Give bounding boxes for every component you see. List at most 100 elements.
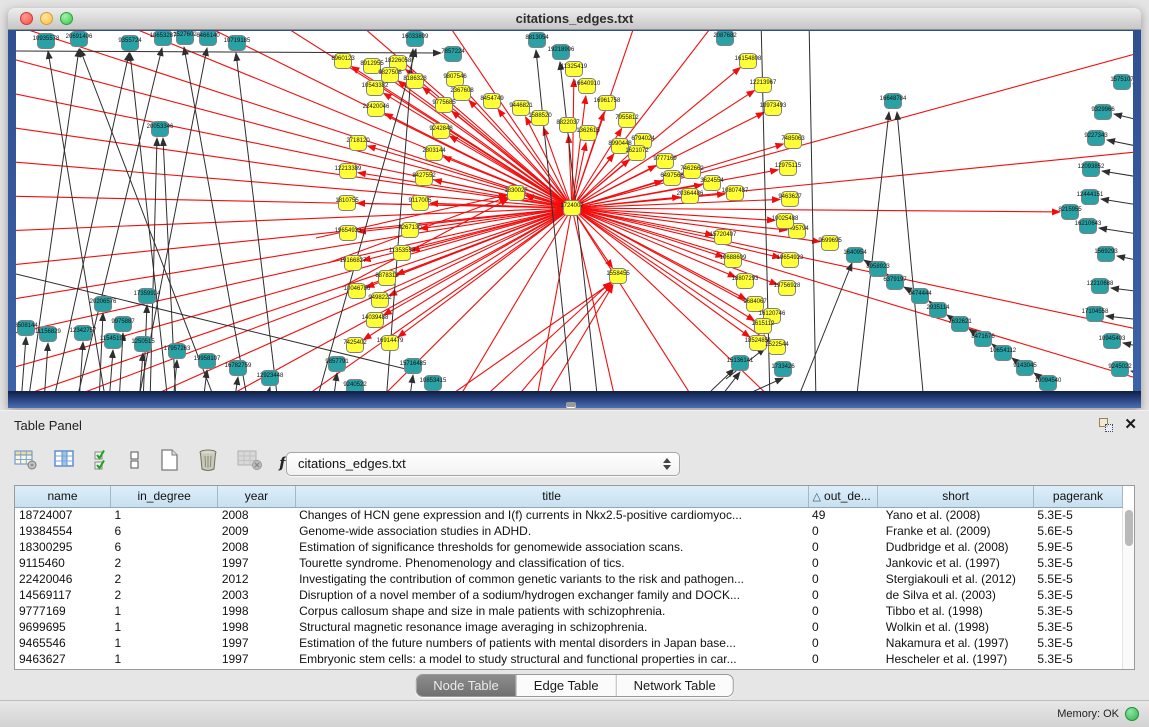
- graph-node[interactable]: 9463627: [778, 192, 802, 207]
- table-row[interactable]: 977716911998Corpus callosum shape and si…: [15, 603, 1123, 619]
- graph-node[interactable]: 1362615: [576, 126, 600, 141]
- graph-node[interactable]: 20364486: [677, 189, 704, 204]
- graph-node[interactable]: 1527602: [173, 31, 197, 45]
- citation-edge[interactable]: [572, 208, 1060, 212]
- graph-node[interactable]: 7632621: [948, 317, 972, 332]
- graph-node[interactable]: 7425402: [343, 338, 367, 353]
- citation-edge[interactable]: [1101, 199, 1133, 207]
- tab-network-table[interactable]: Network Table: [617, 675, 733, 696]
- graph-node[interactable]: 11156829: [35, 327, 61, 342]
- row-tools-icon[interactable]: [129, 449, 141, 476]
- graph-node[interactable]: 8186328: [403, 74, 427, 89]
- graph-node[interactable]: 8813054: [525, 33, 549, 48]
- graph-node[interactable]: 10853415: [420, 376, 447, 391]
- graph-node[interactable]: 9775685: [432, 98, 456, 113]
- graph-node[interactable]: 11545194: [100, 334, 127, 349]
- graph-node[interactable]: 20206576: [90, 297, 117, 312]
- graph-node[interactable]: 1733426: [771, 362, 795, 377]
- table-row[interactable]: 1872400712008Changes of HCN gene express…: [15, 507, 1123, 523]
- graph-node[interactable]: 16648784: [880, 94, 907, 109]
- graph-node[interactable]: 2935114: [927, 303, 951, 318]
- citation-edge[interactable]: [809, 31, 816, 391]
- citation-edge[interactable]: [728, 378, 783, 391]
- column-header-out_de[interactable]: △out_de...: [808, 486, 878, 507]
- graph-node[interactable]: 10543382: [362, 81, 389, 96]
- graph-node[interactable]: 16961758: [594, 96, 621, 111]
- citation-edge[interactable]: [16, 51, 441, 53]
- citation-edge[interactable]: [1099, 228, 1133, 236]
- citation-edge[interactable]: [1106, 316, 1133, 321]
- table-scrollbar-thumb[interactable]: [1125, 510, 1133, 546]
- graph-node[interactable]: 9975887: [111, 317, 135, 332]
- graph-node[interactable]: 9474444: [908, 289, 932, 304]
- citation-edge[interactable]: [150, 138, 157, 391]
- table-row[interactable]: 911546021997Tourette syndrome. Phenomeno…: [15, 555, 1123, 571]
- table-row[interactable]: 1830029562008Estimation of significance …: [15, 539, 1123, 555]
- graph-node[interactable]: 1575107: [1110, 75, 1133, 90]
- citation-edge[interactable]: [368, 146, 572, 208]
- graph-node[interactable]: 9245022: [1108, 362, 1132, 377]
- graph-node[interactable]: 8215955: [1058, 205, 1082, 220]
- delete-column-icon[interactable]: [196, 448, 220, 477]
- network-window-titlebar[interactable]: citations_edges.txt: [8, 8, 1141, 30]
- close-window-button[interactable]: [20, 12, 33, 25]
- graph-node[interactable]: 10046786: [344, 284, 371, 299]
- graph-node[interactable]: 1640954: [843, 248, 867, 263]
- graph-node[interactable]: 12444151: [1077, 190, 1104, 205]
- graph-node[interactable]: 12213967: [750, 78, 777, 93]
- graph-node[interactable]: 2087682: [713, 31, 737, 46]
- create-column-icon[interactable]: [158, 448, 180, 477]
- column-header-title[interactable]: title: [295, 486, 808, 507]
- graph-node[interactable]: 16914479: [377, 336, 404, 351]
- citation-edge[interactable]: [711, 369, 734, 391]
- graph-node[interactable]: 9684067: [743, 297, 767, 312]
- citation-edge[interactable]: [572, 208, 780, 258]
- graph-node[interactable]: 10807487: [722, 186, 749, 201]
- citation-edge[interactable]: [16, 208, 572, 371]
- column-header-short[interactable]: short: [878, 486, 1034, 507]
- graph-node[interactable]: 6497568: [660, 171, 684, 186]
- table-scrollbar[interactable]: [1122, 508, 1134, 669]
- citation-edge[interactable]: [16, 31, 572, 208]
- graph-node[interactable]: 12210688: [1087, 279, 1114, 294]
- table-row[interactable]: 1938455462009Genome-wide association stu…: [15, 523, 1123, 539]
- graph-node[interactable]: 8471676: [971, 332, 995, 347]
- citation-edge[interactable]: [236, 53, 278, 391]
- graph-node[interactable]: 20053346: [147, 122, 174, 137]
- column-visibility-icon[interactable]: [54, 449, 76, 476]
- graph-node[interactable]: 16033809: [402, 32, 429, 47]
- table-row[interactable]: 946362711997Embryonic stem cells: a mode…: [15, 651, 1123, 667]
- graph-node[interactable]: 10973493: [760, 101, 787, 116]
- graph-node[interactable]: 9240522: [343, 380, 367, 392]
- table-selector-dropdown[interactable]: citations_edges.txt: [286, 452, 680, 476]
- citation-edge[interactable]: [480, 282, 611, 391]
- citation-edge[interactable]: [1114, 114, 1133, 123]
- graph-node[interactable]: 20691406: [66, 32, 93, 47]
- close-panel-icon[interactable]: ✕: [1124, 415, 1137, 433]
- citation-edge[interactable]: [56, 208, 572, 391]
- graph-node[interactable]: 9227343: [1084, 131, 1108, 146]
- column-header-pagerank[interactable]: pagerank: [1033, 486, 1122, 507]
- citation-edge[interactable]: [1123, 343, 1133, 349]
- graph-node[interactable]: 11325419: [561, 62, 588, 77]
- column-header-name[interactable]: name: [15, 486, 111, 507]
- minimize-window-button[interactable]: [40, 12, 53, 25]
- tab-node-table[interactable]: Node Table: [416, 675, 517, 696]
- graph-node[interactable]: 9777169: [653, 154, 677, 169]
- zoom-window-button[interactable]: [60, 12, 73, 25]
- graph-node[interactable]: 16154808: [735, 54, 762, 69]
- graph-node[interactable]: 10719185: [224, 36, 251, 51]
- graph-node[interactable]: 8958923: [866, 262, 890, 277]
- graph-node[interactable]: 19654933: [335, 226, 362, 241]
- citation-edge[interactable]: [358, 173, 572, 208]
- graph-node[interactable]: 12975115: [775, 161, 802, 176]
- graph-node[interactable]: 8878312: [375, 271, 399, 286]
- graph-node[interactable]: 6466140: [196, 31, 220, 46]
- graph-node[interactable]: 9807546: [443, 72, 467, 87]
- graph-node[interactable]: 8267130: [398, 223, 422, 238]
- graph-node[interactable]: 17104558: [1082, 307, 1109, 322]
- graph-node[interactable]: 7462662: [680, 164, 704, 179]
- column-header-in_degree[interactable]: in_degree: [111, 486, 218, 507]
- graph-node[interactable]: 2367608: [450, 86, 474, 101]
- citation-edge[interactable]: [1117, 256, 1133, 263]
